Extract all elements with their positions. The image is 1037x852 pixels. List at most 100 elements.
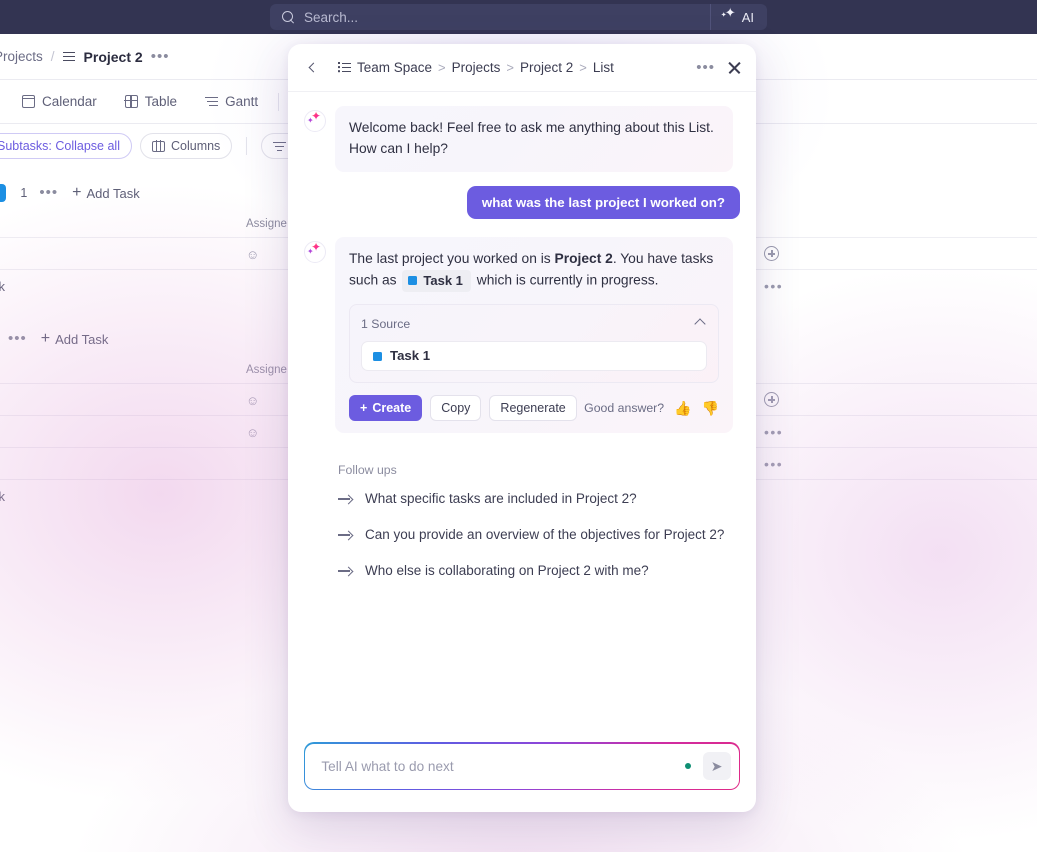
chevron-up-icon[interactable] (694, 318, 706, 330)
add-user-icon[interactable]: ☺ (246, 393, 259, 408)
create-button-label: Create (372, 400, 412, 415)
assistant-answer-text: The last project you worked on is Projec… (349, 249, 719, 292)
breadcrumb-item-team-space[interactable]: Team Space (357, 60, 432, 75)
hamburger-icon (62, 51, 75, 62)
back-button[interactable] (302, 57, 324, 79)
pill-columns[interactable]: Columns (139, 133, 233, 159)
regenerate-button[interactable]: Regenerate (489, 395, 577, 422)
answer-actions: + Create Copy Regenerate Good answer? 👍 … (349, 395, 719, 422)
ai-button-label: AI (741, 9, 754, 25)
tab-table-label: Table (144, 94, 178, 109)
circle-plus-icon[interactable] (764, 392, 779, 407)
sparkle-icon (307, 241, 322, 259)
sources-header[interactable]: 1 Source (361, 315, 707, 334)
sparkle-icon (721, 6, 737, 24)
answer-project-name: Project 2 (554, 250, 613, 266)
sources-count-label: 1 Source (361, 316, 411, 331)
avatar (304, 110, 326, 132)
divider (278, 92, 280, 111)
tab-calendar[interactable]: Calendar (8, 80, 111, 124)
follow-up-label: Can you provide an overview of the objec… (365, 527, 725, 543)
filter-icon (273, 141, 287, 152)
answer-text-part-1: The last project you worked on is (349, 250, 555, 266)
breadcrumb-separator: > (579, 60, 587, 75)
breadcrumb-item-project-2[interactable]: Project 2 (520, 60, 573, 75)
prompt-input[interactable]: Tell AI what to do next ➤ (305, 743, 739, 789)
avatar (304, 240, 326, 263)
plus-icon: + (40, 330, 51, 347)
gantt-icon (205, 96, 219, 107)
tab-table[interactable]: Table (111, 80, 191, 124)
task-chip-label: Task 1 (423, 272, 463, 288)
search-placeholder: Search... (304, 9, 359, 25)
ellipsis-icon[interactable]: ••• (764, 457, 783, 471)
source-item-label: Task 1 (390, 348, 431, 364)
add-user-icon[interactable]: ☺ (246, 247, 259, 262)
global-search-bar[interactable]: Search... AI (270, 4, 767, 30)
calendar-icon (21, 95, 36, 108)
follow-up-item[interactable]: Who else is collaborating on Project 2 w… (338, 563, 740, 578)
add-task-button[interactable]: + Add Task (41, 330, 109, 348)
list-item-label: sk (0, 488, 5, 504)
ellipsis-icon[interactable]: ••• (39, 185, 58, 200)
sources-panel: 1 Source Task 1 (349, 303, 719, 384)
source-item[interactable]: Task 1 (361, 341, 707, 372)
ai-assistant-modal: Team Space > Projects > Project 2 > List… (288, 44, 756, 812)
status-badge[interactable]: s (0, 184, 7, 202)
ellipsis-icon[interactable]: ••• (764, 279, 783, 293)
breadcrumb-item-project-2[interactable]: Project 2 (84, 49, 143, 65)
ellipsis-icon[interactable]: ••• (151, 49, 170, 64)
breadcrumb-item-projects[interactable]: Projects (452, 60, 501, 75)
prompt-input-wrapper: Tell AI what to do next ➤ (304, 742, 740, 790)
tab-gantt[interactable]: Gantt (191, 80, 272, 124)
add-task-button[interactable]: + Add Task (72, 184, 140, 202)
chat-scroll-area[interactable]: Welcome back! Feel free to ask me anythi… (288, 92, 756, 742)
user-message-text: what was the last project I worked on? (466, 185, 740, 219)
task-chip[interactable]: Task 1 (402, 269, 471, 292)
search-input[interactable]: Search... (270, 4, 710, 30)
assistant-message-text: Welcome back! Feel free to ask me anythi… (335, 106, 733, 172)
ellipsis-icon[interactable]: ••• (764, 425, 783, 439)
breadcrumb-item-projects[interactable]: Projects (0, 49, 43, 64)
breadcrumb-separator: / (50, 49, 55, 64)
modal-footer: Tell AI what to do next ➤ (288, 742, 756, 812)
follow-up-label: Who else is collaborating on Project 2 w… (365, 563, 649, 579)
arrow-right-icon (338, 565, 351, 576)
modal-breadcrumb: Team Space > Projects > Project 2 > List (338, 60, 696, 75)
pill-subtasks-collapse-all[interactable]: Subtasks: Collapse all (0, 133, 132, 159)
list-icon (338, 62, 351, 73)
thumb-down-icon[interactable]: 👎 (702, 401, 719, 415)
pill-columns-label: Columns (170, 139, 221, 153)
list-item-label: sk (0, 278, 5, 294)
add-task-label: Add Task (55, 331, 109, 347)
tab-gantt-label: Gantt (225, 94, 259, 109)
ai-button[interactable]: AI (709, 4, 767, 30)
thumb-up-icon[interactable]: 👍 (674, 401, 691, 415)
send-icon: ➤ (710, 758, 723, 775)
feedback-group: Good answer? 👍 👎 (584, 399, 719, 418)
circle-plus-icon[interactable] (764, 246, 779, 261)
follow-ups-title: Follow ups (338, 463, 397, 478)
plus-icon: + (72, 184, 82, 201)
create-button[interactable]: + Create (349, 395, 423, 422)
answer-text-part-3: which is currently in progress. (472, 272, 659, 288)
follow-up-item[interactable]: What specific tasks are included in Proj… (338, 491, 740, 506)
feedback-label: Good answer? (584, 401, 665, 415)
follow-up-item[interactable]: Can you provide an overview of the objec… (338, 527, 740, 542)
arrow-right-icon (338, 529, 351, 540)
divider (246, 137, 248, 155)
copy-button[interactable]: Copy (430, 395, 482, 422)
ellipsis-icon[interactable]: ••• (696, 60, 715, 75)
table-icon (124, 94, 139, 109)
close-icon[interactable] (727, 60, 742, 75)
breadcrumb-separator: > (506, 60, 515, 75)
breadcrumb-separator: > (438, 60, 446, 75)
send-button[interactable]: ➤ (702, 752, 731, 781)
breadcrumb-item-list[interactable]: List (593, 60, 614, 75)
add-user-icon[interactable]: ☺ (246, 425, 259, 440)
task-color-square-icon (373, 351, 382, 361)
follow-ups-section: Follow ups What specific tasks are inclu… (304, 463, 740, 578)
copy-button-label: Copy (441, 400, 471, 415)
ellipsis-icon[interactable]: ••• (8, 331, 27, 346)
column-header-assignee: Assigne (246, 217, 287, 230)
